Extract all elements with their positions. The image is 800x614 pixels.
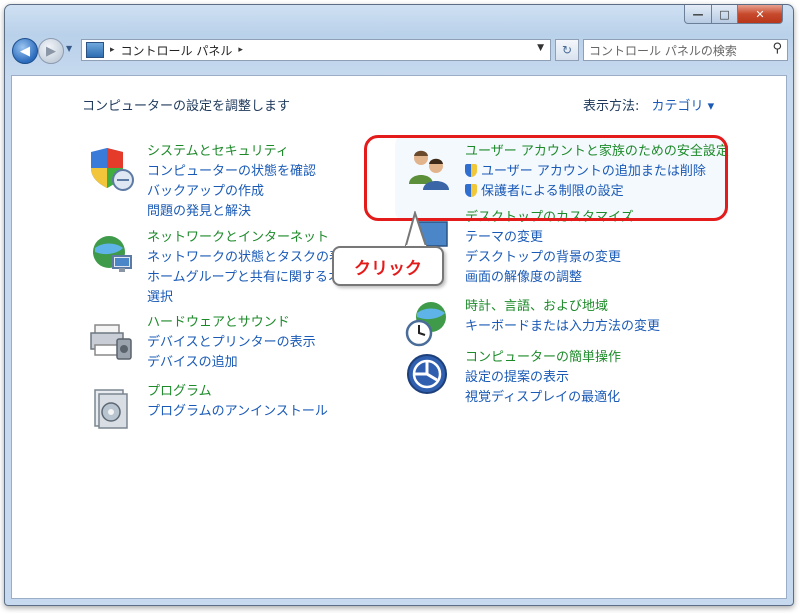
category-title-programs[interactable]: プログラム — [147, 382, 328, 402]
link-find-fix-problems[interactable]: 問題の発見と解決 — [147, 202, 316, 222]
link-check-computer-status[interactable]: コンピューターの状態を確認 — [147, 162, 316, 182]
control-panel-icon — [86, 42, 104, 58]
category-title-hardware-sound[interactable]: ハードウェアとサウンド — [147, 313, 316, 333]
breadcrumb-separator[interactable]: ▸ — [238, 45, 243, 55]
page-heading: コンピューターの設定を調整します — [82, 99, 291, 114]
printer-icon[interactable] — [87, 315, 135, 363]
link-homegroup-sharing[interactable]: ホームグループと共有に関するオプ — [147, 268, 355, 288]
search-icon[interactable]: ⚲ — [772, 41, 782, 56]
link-view-devices-printers[interactable]: デバイスとプリンターの表示 — [147, 333, 316, 353]
search-input[interactable] — [587, 41, 761, 61]
window-controls: — □ ✕ — [684, 5, 783, 24]
close-button[interactable]: ✕ — [738, 5, 783, 24]
programs-icon[interactable] — [87, 384, 135, 432]
maximize-button[interactable]: □ — [712, 5, 738, 24]
link-create-backup[interactable]: バックアップの作成 — [147, 182, 316, 202]
link-change-keyboard-input[interactable]: キーボードまたは入力方法の変更 — [465, 317, 660, 337]
search-box[interactable]: ⚲ — [583, 39, 788, 61]
breadcrumb-separator[interactable]: ▸ — [110, 45, 115, 55]
breadcrumb-control-panel[interactable]: コントロール パネル — [121, 42, 233, 59]
link-add-device[interactable]: デバイスの追加 — [147, 353, 316, 373]
link-change-theme[interactable]: テーマの変更 — [465, 228, 634, 248]
navigation-bar: ◀ ▶ ▼ ▸ コントロール パネル ▸ ▼ ↻ ⚲ — [5, 31, 793, 71]
address-bar[interactable]: ▸ コントロール パネル ▸ ▼ — [81, 39, 551, 61]
link-adjust-screen-resolution[interactable]: 画面の解像度の調整 — [465, 268, 634, 288]
refresh-icon: ↻ — [561, 43, 573, 57]
callout-pointer — [403, 211, 429, 250]
security-shield-icon[interactable] — [87, 144, 135, 192]
category-title-ease-of-access[interactable]: コンピューターの簡単操作 — [465, 348, 621, 368]
link-change-desktop-background[interactable]: デスクトップの背景の変更 — [465, 248, 634, 268]
clock-globe-icon[interactable] — [405, 299, 453, 347]
forward-button[interactable]: ▶ — [38, 38, 64, 64]
ease-of-access-icon[interactable] — [405, 350, 453, 398]
address-dropdown-icon[interactable]: ▼ — [537, 43, 544, 53]
link-uninstall-program[interactable]: プログラムのアンインストール — [147, 402, 328, 422]
annotation-callout: クリック — [332, 246, 444, 286]
link-select[interactable]: 選択 — [147, 288, 355, 308]
control-panel-content: コンピューターの設定を調整します 表示方法: カテゴリ ▾ システムとセキュリテ… — [11, 75, 787, 599]
recent-pages-dropdown[interactable]: ▼ — [66, 44, 72, 53]
link-let-windows-suggest-settings[interactable]: 設定の提案の表示 — [465, 368, 621, 388]
view-by-dropdown[interactable]: カテゴリ ▾ — [652, 99, 715, 114]
category-title-system-security[interactable]: システムとセキュリティ — [147, 142, 316, 162]
annotation-red-box — [364, 135, 728, 221]
refresh-button[interactable]: ↻ — [555, 39, 579, 61]
view-by: 表示方法: カテゴリ ▾ — [583, 95, 714, 114]
view-by-label: 表示方法: — [583, 99, 640, 114]
minimize-button[interactable]: — — [684, 5, 712, 24]
control-panel-window: — □ ✕ ◀ ▶ ▼ ▸ コントロール パネル ▸ ▼ ↻ ⚲ コンピューター… — [4, 4, 794, 606]
back-button[interactable]: ◀ — [12, 38, 38, 64]
network-globe-icon[interactable] — [87, 230, 135, 278]
category-title-network-internet[interactable]: ネットワークとインターネット — [147, 228, 355, 248]
category-title-clock-region[interactable]: 時計、言語、および地域 — [465, 297, 660, 317]
link-optimize-visual-display[interactable]: 視覚ディスプレイの最適化 — [465, 388, 621, 408]
link-view-network-status[interactable]: ネットワークの状態とタスクの表示 — [147, 248, 355, 268]
